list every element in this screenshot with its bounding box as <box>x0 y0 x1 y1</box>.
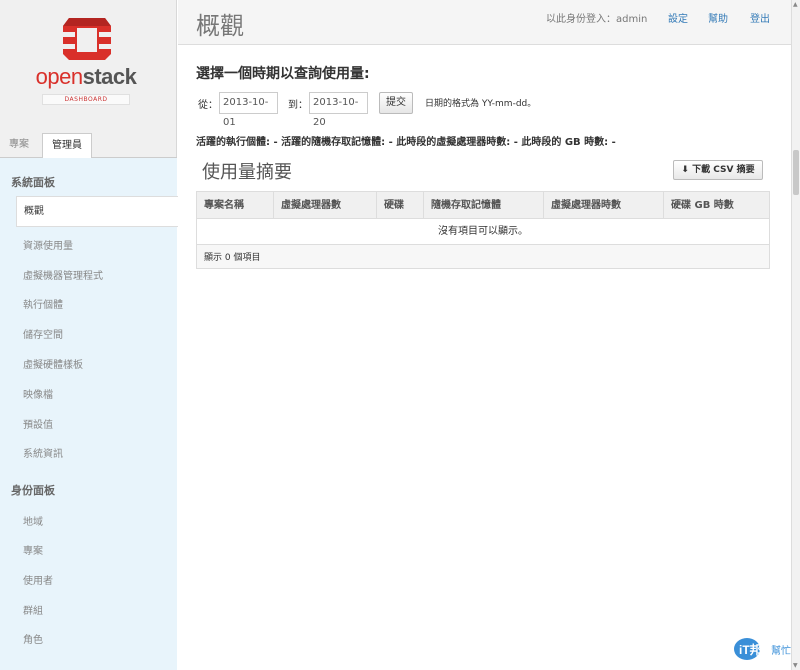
column-header-ram[interactable]: 隨機存取記憶體 <box>424 192 544 219</box>
column-header-project-name[interactable]: 專案名稱 <box>197 192 274 219</box>
scrollbar-thumb[interactable] <box>793 150 799 195</box>
scroll-up-arrow-icon[interactable]: ▲ <box>793 1 798 8</box>
vertical-scrollbar[interactable]: ▲ ▼ <box>791 0 800 670</box>
sidebar-item-projects[interactable]: 專案 <box>23 542 43 557</box>
empty-table-message: 沒有項目可以顯示。 <box>197 219 769 245</box>
download-csv-button[interactable]: ⬇ 下載 CSV 摘要 <box>673 160 763 180</box>
openstack-cube-icon <box>63 18 111 60</box>
sidebar-item-hypervisors[interactable]: 虛擬機器管理程式 <box>23 267 103 282</box>
sidebar-item-domains[interactable]: 地域 <box>23 513 43 528</box>
sidebar-item-flavors[interactable]: 虛擬硬體樣板 <box>23 356 83 371</box>
from-label: 從： <box>198 100 218 111</box>
download-icon: ⬇ <box>681 165 689 175</box>
sidebar-item-instances[interactable]: 執行個體 <box>23 296 63 311</box>
watermark-sub-text: 幫忙 <box>771 644 791 657</box>
settings-link[interactable]: 設定 <box>668 10 688 25</box>
column-header-vcpus[interactable]: 虛擬處理器數 <box>274 192 377 219</box>
date-format-hint: 日期的格式為 YY-mm-dd。 <box>425 99 537 109</box>
tab-admin[interactable]: 管理員 <box>42 133 92 159</box>
column-header-disk[interactable]: 硬碟 <box>377 192 424 219</box>
identity-panel-heading[interactable]: 身份面板 <box>11 482 55 498</box>
openstack-logo[interactable]: openstack DASHBOARD <box>0 0 177 130</box>
table-footer-count: 顯示 0 個項目 <box>204 253 261 263</box>
scroll-down-arrow-icon[interactable]: ▼ <box>793 662 798 669</box>
logout-link[interactable]: 登出 <box>750 10 770 25</box>
sidebar-item-defaults[interactable]: 預設值 <box>23 416 53 431</box>
from-date-input[interactable]: 2013-10-01 <box>219 92 278 128</box>
usage-table: 專案名稱 虛擬處理器數 硬碟 隨機存取記憶體 虛擬處理器時數 硬碟 GB 時數 … <box>196 191 770 269</box>
download-csv-label: 下載 CSV 摘要 <box>692 165 755 175</box>
table-header: 專案名稱 虛擬處理器數 硬碟 隨機存取記憶體 虛擬處理器時數 硬碟 GB 時數 <box>197 192 769 219</box>
ithome-watermark-logo: iT邦 幫忙 <box>734 638 791 660</box>
submit-button[interactable]: 提交 <box>379 92 413 114</box>
usage-stats-line: 活躍的執行個體: - 活躍的隨機存取記憶體: - 此時段的虛擬處理器時數: - … <box>196 137 616 148</box>
sidebar-item-resource-usage[interactable]: 資源使用量 <box>23 237 73 252</box>
watermark-main-text: iT邦 <box>739 642 762 657</box>
sidebar: openstack DASHBOARD 專案 管理員 系統面板 概觀 資源使用量… <box>0 0 178 670</box>
column-header-disk-gb-hours[interactable]: 硬碟 GB 時數 <box>664 192 769 219</box>
sidebar-item-roles[interactable]: 角色 <box>23 631 43 646</box>
tab-project[interactable]: 專案 <box>0 133 38 158</box>
sidebar-item-overview[interactable]: 概觀 <box>16 196 178 227</box>
sidebar-nav: 系統面板 概觀 資源使用量 虛擬機器管理程式 執行個體 儲存空間 虛擬硬體樣板 … <box>0 158 178 670</box>
logged-in-as: 以此身份登入：admin <box>546 14 648 25</box>
sidebar-item-system-info[interactable]: 系統資訊 <box>23 445 63 460</box>
to-label: 到： <box>288 100 308 111</box>
sidebar-item-groups[interactable]: 群組 <box>23 602 43 617</box>
help-link[interactable]: 幫助 <box>708 10 728 25</box>
top-bar: 概觀 以此身份登入：admin 設定 幫助 登出 <box>178 0 791 45</box>
to-date-input[interactable]: 2013-10-20 <box>309 92 368 128</box>
sidebar-item-users[interactable]: 使用者 <box>23 572 53 587</box>
query-heading: 選擇一個時期以查詢使用量: <box>196 66 370 82</box>
page-title: 概觀 <box>196 12 244 40</box>
sidebar-item-images[interactable]: 映像檔 <box>23 386 53 401</box>
column-header-vcpu-hours[interactable]: 虛擬處理器時數 <box>544 192 664 219</box>
usage-summary-title: 使用量摘要 <box>202 162 292 183</box>
sidebar-item-volumes[interactable]: 儲存空間 <box>23 326 63 341</box>
brand-subtitle: DASHBOARD <box>42 94 130 105</box>
brand-name: openstack <box>35 64 137 89</box>
system-panel-heading[interactable]: 系統面板 <box>11 174 55 190</box>
dashboard-tabs: 專案 管理員 <box>0 133 177 159</box>
